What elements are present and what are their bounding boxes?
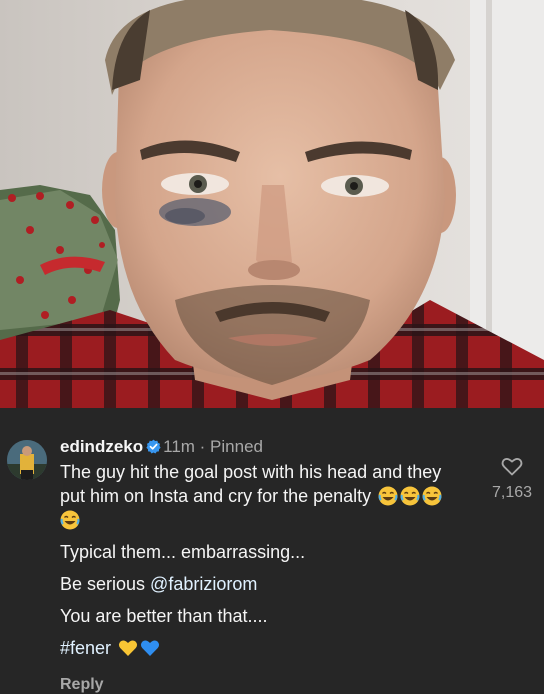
mention-link[interactable]: @fabriziorom: [150, 574, 257, 594]
comment: edindzeko 11m · Pinned The guy hit the g…: [0, 408, 544, 693]
laughing-emoji-icon: [60, 510, 80, 530]
avatar[interactable]: [7, 440, 47, 480]
comment-header: edindzeko 11m · Pinned: [60, 434, 480, 460]
comment-body: edindzeko 11m · Pinned The guy hit the g…: [60, 434, 480, 694]
hashtag-link[interactable]: #fener: [60, 638, 111, 658]
comment-line-5-text: Be serious: [60, 574, 151, 594]
laughing-emoji-icon: [422, 486, 442, 506]
heart-outline-icon[interactable]: [500, 454, 524, 478]
comment-line-7: #fener: [60, 636, 480, 660]
comment-line-3: [60, 508, 480, 532]
comment-line-5: Be serious @fabriziorom: [60, 572, 480, 596]
laughing-emoji-icon: [378, 486, 398, 506]
blue-heart-icon: [140, 640, 160, 656]
comment-line-2-text: put him on Insta and cry for the penalty: [60, 486, 372, 506]
separator: ·: [194, 437, 211, 456]
comment-line-4: Typical them... embarrassing...: [60, 542, 306, 562]
comment-line-2: put him on Insta and cry for the penalty: [60, 484, 480, 508]
yellow-heart-icon: [118, 640, 138, 656]
comment-line-6: You are better than that....: [60, 606, 268, 626]
comment-line-1: The guy hit the goal post with his head …: [60, 462, 442, 482]
avatar-image: [7, 440, 47, 480]
comment-time: 11m: [163, 437, 195, 456]
laughing-emoji-icon: [400, 486, 420, 506]
portrait-photo: [0, 0, 544, 408]
verified-badge-icon: [146, 439, 161, 454]
reply-button[interactable]: Reply: [60, 676, 104, 694]
pinned-label: Pinned: [210, 437, 263, 456]
post-photo: [0, 0, 544, 408]
username[interactable]: edindzeko: [60, 437, 143, 456]
like-count: 7,163: [491, 484, 533, 501]
like-column: 7,163: [486, 454, 538, 502]
